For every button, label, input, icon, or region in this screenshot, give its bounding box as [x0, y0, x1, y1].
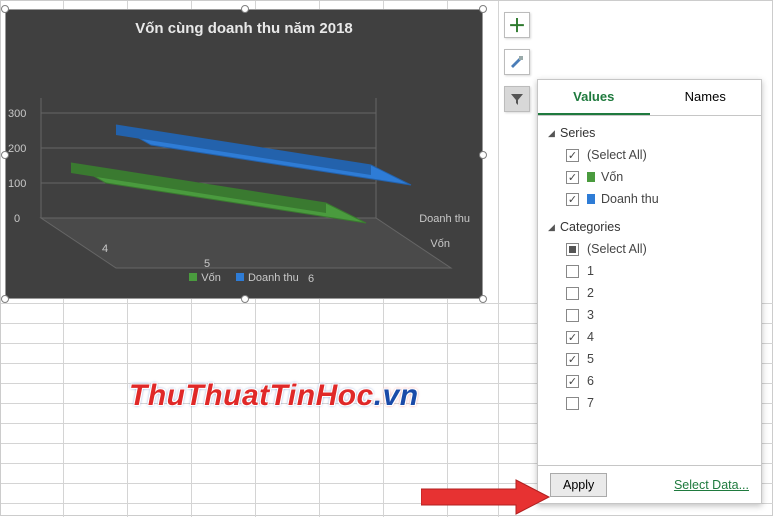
filter-tabs: Values Names — [538, 80, 761, 116]
series-swatch — [587, 194, 595, 204]
y-tick-0: 0 — [14, 213, 20, 225]
checkbox-cat-1[interactable] — [566, 265, 579, 278]
resize-handle[interactable] — [1, 5, 9, 13]
checkbox-cat-5[interactable] — [566, 353, 579, 366]
legend-swatch-von — [189, 273, 197, 281]
y-tick-100: 100 — [8, 178, 26, 190]
checkbox-cat-2[interactable] — [566, 287, 579, 300]
categories-header: Categories — [560, 220, 620, 234]
filter-list[interactable]: ◢Series (Select All) Vốn Doanh thu ◢Cate… — [538, 116, 761, 456]
z-label-doanhthu: Doanh thu — [419, 213, 470, 225]
x-tick-4: 4 — [102, 243, 108, 255]
z-label-von: Vốn — [430, 238, 450, 250]
annotation-arrow-icon — [421, 477, 551, 517]
chart-plot-area: 0 100 200 300 4 5 6 Vốn Doanh thu — [6, 43, 482, 243]
checkbox-series-doanhthu[interactable] — [566, 193, 579, 206]
checkbox-cat-7[interactable] — [566, 397, 579, 410]
series-swatch — [587, 172, 595, 182]
resize-handle[interactable] — [479, 5, 487, 13]
resize-handle[interactable] — [1, 151, 9, 159]
chart-styles-button[interactable] — [504, 49, 530, 75]
checkbox-cat-6[interactable] — [566, 375, 579, 388]
series-header: Series — [560, 126, 595, 140]
chart-filters-button[interactable] — [504, 86, 530, 112]
resize-handle[interactable] — [1, 295, 9, 303]
expander-icon[interactable]: ◢ — [548, 128, 560, 139]
checkbox-cat-4[interactable] — [566, 331, 579, 344]
chart-filter-panel: Values Names ◢Series (Select All) Vốn Do… — [537, 79, 762, 504]
tab-values[interactable]: Values — [538, 80, 650, 115]
panel-footer: Apply Select Data... — [538, 465, 761, 503]
checkbox-cat-3[interactable] — [566, 309, 579, 322]
resize-handle[interactable] — [479, 151, 487, 159]
checkbox-select-all-categories[interactable] — [566, 243, 579, 256]
checkbox-select-all-series[interactable] — [566, 149, 579, 162]
expander-icon[interactable]: ◢ — [548, 222, 560, 233]
tab-names[interactable]: Names — [650, 80, 762, 115]
watermark-logo: ThuThuatTinHoc.vn — [129, 379, 419, 413]
checkbox-series-von[interactable] — [566, 171, 579, 184]
chart-object[interactable]: Vốn cùng doanh thu năm 2018 0 100 200 30… — [5, 9, 483, 299]
resize-handle[interactable] — [241, 5, 249, 13]
apply-button[interactable]: Apply — [550, 473, 607, 497]
legend-swatch-doanhthu — [236, 273, 244, 281]
resize-handle[interactable] — [241, 295, 249, 303]
chart-title: Vốn cùng doanh thu năm 2018 — [6, 10, 482, 43]
chart-elements-button[interactable]: ＋ — [504, 12, 530, 38]
select-data-link[interactable]: Select Data... — [674, 478, 749, 492]
y-tick-300: 300 — [8, 108, 26, 120]
chart-legend: Vốn Doanh thu — [6, 268, 482, 288]
resize-handle[interactable] — [479, 295, 487, 303]
y-tick-200: 200 — [8, 143, 26, 155]
